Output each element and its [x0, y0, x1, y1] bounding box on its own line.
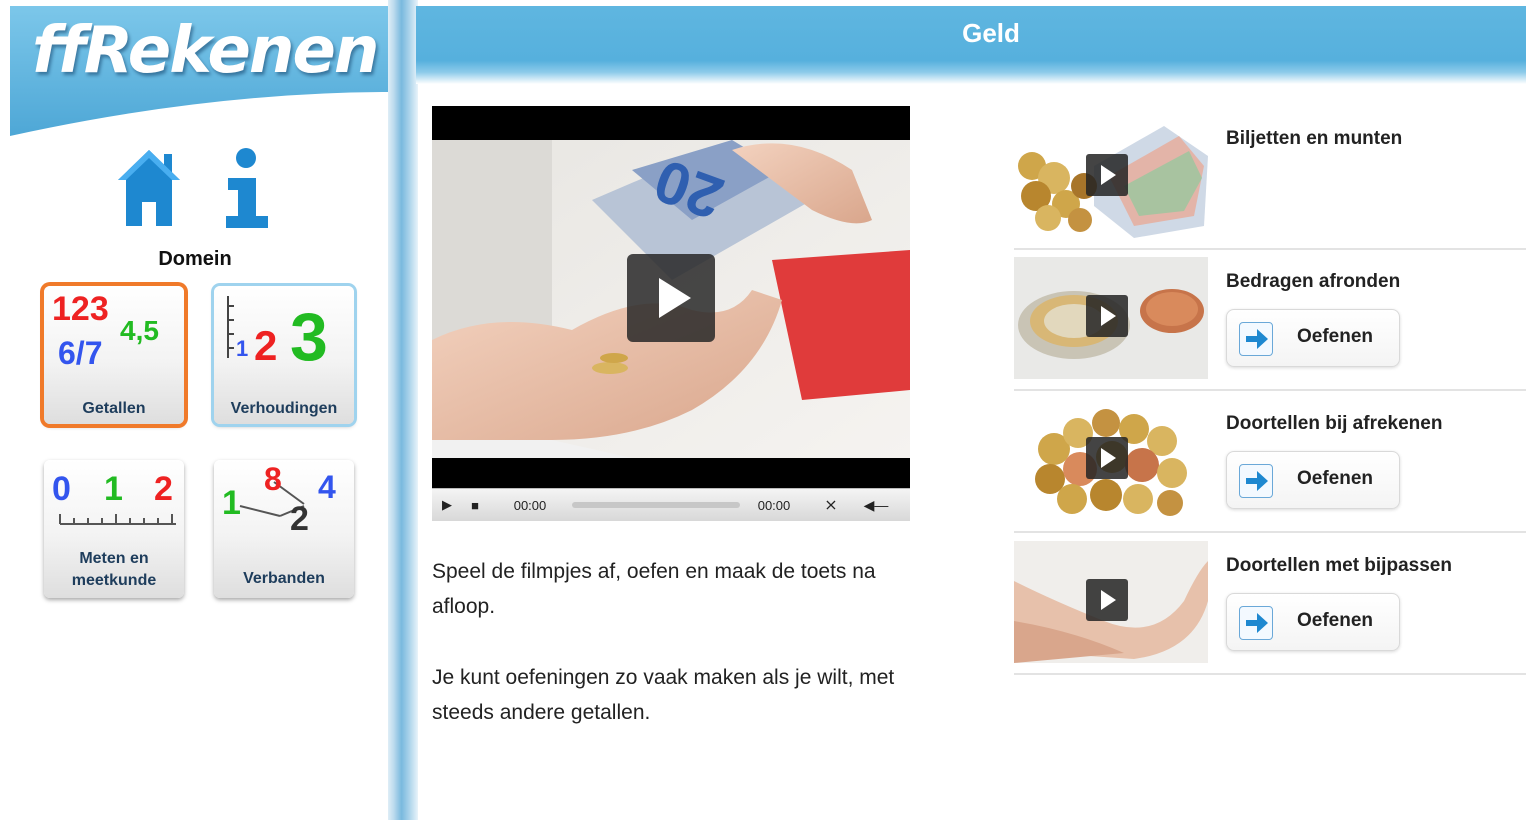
volume-icon[interactable]: ◀—: [850, 489, 902, 521]
big-play-button[interactable]: [627, 254, 715, 342]
page-header: Geld: [416, 6, 1526, 84]
current-time: 00:00: [513, 497, 547, 513]
fullscreen-icon[interactable]: ⨯: [818, 489, 844, 521]
domain-tile-verhoudingen[interactable]: 1 2 3 Verhoudingen: [214, 286, 354, 424]
video-player[interactable]: 20 ▶ ■ 00:00 00:00 ⨯ ◀—: [432, 106, 910, 521]
svg-text:6/7: 6/7: [58, 335, 102, 371]
video-controls: ▶ ■ 00:00 00:00 ⨯ ◀—: [432, 488, 910, 521]
lesson-title[interactable]: Bedragen afronden: [1226, 271, 1400, 293]
domain-tile-getallen[interactable]: 123 4,5 6/7 Getallen: [44, 286, 184, 424]
svg-text:2: 2: [290, 500, 309, 538]
sidebar: ffRekenen Domein 123 4,5 6/7 Getallen 1 …: [0, 0, 392, 820]
arrow-right-icon: [1239, 322, 1273, 356]
practice-button-label: Oefenen: [1297, 326, 1374, 347]
tile-label: Verbanden: [243, 570, 325, 587]
svg-text:3: 3: [290, 299, 328, 375]
arrow-right-icon: [1239, 606, 1273, 640]
practice-text: Je kunt oefeningen zo vaak maken als je …: [432, 666, 895, 724]
svg-text:4,5: 4,5: [120, 315, 159, 346]
intro-text: Speel de filmpjes af, oefen en maak de t…: [432, 560, 876, 618]
lesson-item: Biljetten en munten: [1014, 116, 1526, 250]
stop-icon[interactable]: ■: [464, 489, 486, 521]
practice-button-label: Oefenen: [1297, 610, 1374, 631]
tile-label: Verhoudingen: [230, 400, 338, 417]
duration: 00:00: [757, 497, 791, 513]
svg-text:1: 1: [236, 336, 248, 361]
ruler-icon: 0 1 2: [52, 470, 176, 525]
lesson-item: Doortellen bij afrekenen Oefenen: [1014, 399, 1526, 533]
thumbnail-play-button[interactable]: [1086, 154, 1128, 196]
practice-button[interactable]: Oefenen: [1226, 451, 1400, 509]
lesson-item: Bedragen afronden Oefenen: [1014, 257, 1526, 391]
svg-text:8: 8: [264, 461, 282, 497]
thumbnail-play-button[interactable]: [1086, 437, 1128, 479]
home-icon[interactable]: [116, 148, 182, 228]
thumbnail-play-button[interactable]: [1086, 579, 1128, 621]
progress-bar[interactable]: [572, 502, 740, 508]
tile-label: Getallen: [82, 400, 146, 417]
svg-text:0: 0: [52, 470, 71, 508]
arrow-right-icon: [1239, 464, 1273, 498]
svg-text:123: 123: [52, 290, 109, 328]
domain-tile-meten-en-meetkunde[interactable]: 0 1 2 Meten en meetkunde: [44, 460, 184, 598]
getallen-icon: 123 4,5 6/7: [52, 290, 159, 371]
svg-text:2: 2: [154, 470, 173, 508]
lesson-title[interactable]: Doortellen met bijpassen: [1226, 555, 1452, 577]
page-title: Geld: [962, 18, 1020, 48]
practice-button[interactable]: Oefenen: [1226, 309, 1400, 367]
verbanden-icon: 1 8 2 4: [222, 461, 336, 538]
domain-label: Domein: [158, 248, 232, 270]
lesson-title[interactable]: Biljetten en munten: [1226, 128, 1402, 150]
panel-divider: [388, 0, 418, 820]
play-icon[interactable]: ▶: [436, 489, 458, 521]
verhoudingen-icon: 1 2 3: [227, 296, 328, 375]
app-logo[interactable]: ffRekenen: [32, 14, 379, 88]
svg-text:4: 4: [318, 469, 336, 505]
info-icon[interactable]: [218, 146, 274, 230]
thumbnail-play-button[interactable]: [1086, 295, 1128, 337]
svg-text:1: 1: [222, 484, 241, 522]
practice-button-label: Oefenen: [1297, 468, 1374, 489]
tile-label: Meten en meetkunde: [71, 550, 157, 589]
lesson-item: Doortellen met bijpassen Oefenen: [1014, 541, 1526, 675]
domain-tile-verbanden[interactable]: 1 8 2 4 Verbanden: [214, 460, 354, 598]
lesson-title[interactable]: Doortellen bij afrekenen: [1226, 413, 1442, 435]
practice-button[interactable]: Oefenen: [1226, 593, 1400, 651]
svg-text:1: 1: [104, 470, 123, 508]
svg-text:2: 2: [254, 322, 277, 369]
